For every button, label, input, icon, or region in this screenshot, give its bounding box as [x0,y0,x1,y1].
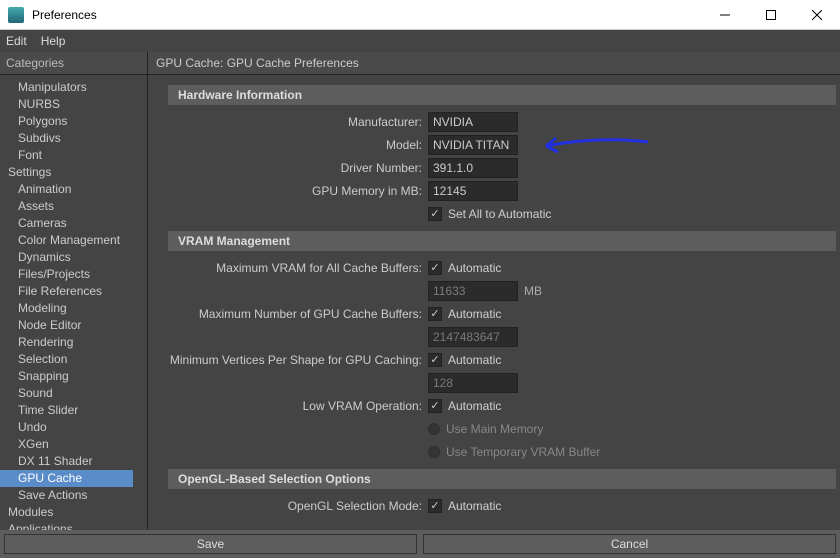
category-subdivs[interactable]: Subdivs [0,130,133,147]
max-buffers-value[interactable] [428,327,518,347]
maya-icon [8,7,24,23]
gpu-mem-label: GPU Memory in MB: [168,184,428,198]
low-vram-label: Low VRAM Operation: [168,399,428,413]
close-button[interactable] [794,0,840,30]
menubar: Edit Help [0,30,840,52]
low-vram-auto-checkbox[interactable] [428,399,442,413]
driver-field[interactable] [428,158,518,178]
content-panel: GPU Cache: GPU Cache Preferences Hardwar… [148,52,840,530]
max-buffers-auto-label: Automatic [448,307,501,321]
category-undo[interactable]: Undo [0,419,133,436]
min-verts-label: Minimum Vertices Per Shape for GPU Cachi… [168,353,428,367]
category-files-projects[interactable]: Files/Projects [0,266,133,283]
manufacturer-field[interactable] [428,112,518,132]
use-main-memory-radio[interactable] [428,423,440,435]
model-label: Model: [168,138,428,152]
category-nurbs[interactable]: NURBS [0,96,133,113]
category-animation[interactable]: Animation [0,181,133,198]
categories-header: Categories [0,52,147,75]
button-bar: Save Cancel [0,530,840,558]
content-header: GPU Cache: GPU Cache Preferences [148,52,840,75]
min-verts-value[interactable] [428,373,518,393]
max-vram-auto-label: Automatic [448,261,501,275]
set-all-automatic-label: Set All to Automatic [448,207,551,221]
category-manipulators[interactable]: Manipulators [0,79,133,96]
category-rendering[interactable]: Rendering [0,334,133,351]
low-vram-auto-label: Automatic [448,399,501,413]
category-modeling[interactable]: Modeling [0,300,133,317]
minimize-button[interactable] [702,0,748,30]
max-vram-value[interactable] [428,281,518,301]
manufacturer-label: Manufacturer: [168,115,428,129]
max-buffers-label: Maximum Number of GPU Cache Buffers: [168,307,428,321]
content-scroll[interactable]: Hardware Information Manufacturer: Model… [148,75,840,530]
vram-section: VRAM Management Maximum VRAM for All Cac… [168,231,836,463]
category-assets[interactable]: Assets [0,198,133,215]
category-save-actions[interactable]: Save Actions [0,487,133,504]
category-modules[interactable]: Modules [0,504,133,521]
min-verts-auto-checkbox[interactable] [428,353,442,367]
model-field[interactable] [428,135,518,155]
category-xgen[interactable]: XGen [0,436,133,453]
min-verts-auto-label: Automatic [448,353,501,367]
category-dynamics[interactable]: Dynamics [0,249,133,266]
category-cameras[interactable]: Cameras [0,215,133,232]
main-area: Categories InterfaceUI ElementsViewCubeH… [0,52,840,530]
ogl-sel-mode-auto-checkbox[interactable] [428,499,442,513]
category-snapping[interactable]: Snapping [0,368,133,385]
ogl-sel-mode-label: OpenGL Selection Mode: [168,499,428,513]
gpu-mem-field[interactable] [428,181,518,201]
ogl-sel-mode-auto-label: Automatic [448,499,501,513]
vram-title: VRAM Management [168,231,836,251]
category-selection[interactable]: Selection [0,351,133,368]
titlebar: Preferences [0,0,840,30]
category-dx-11-shader[interactable]: DX 11 Shader [0,453,133,470]
category-time-slider[interactable]: Time Slider [0,402,133,419]
use-temp-vram-radio[interactable] [428,446,440,458]
category-polygons[interactable]: Polygons [0,113,133,130]
categories-panel: Categories InterfaceUI ElementsViewCubeH… [0,52,148,530]
category-file-references[interactable]: File References [0,283,133,300]
menu-help[interactable]: Help [41,34,66,48]
category-node-editor[interactable]: Node Editor [0,317,133,334]
category-applications[interactable]: Applications [0,521,133,530]
window-title: Preferences [32,8,702,22]
opengl-section: OpenGL-Based Selection Options OpenGL Se… [168,469,836,517]
cancel-button[interactable]: Cancel [423,534,836,554]
max-vram-auto-checkbox[interactable] [428,261,442,275]
hardware-section: Hardware Information Manufacturer: Model… [168,85,836,225]
menu-edit[interactable]: Edit [6,34,27,48]
category-color-management[interactable]: Color Management [0,232,133,249]
use-main-memory-label: Use Main Memory [446,422,543,436]
driver-label: Driver Number: [168,161,428,175]
category-settings[interactable]: Settings [0,164,133,181]
set-all-automatic-checkbox[interactable] [428,207,442,221]
mb-unit: MB [524,284,542,298]
maximize-button[interactable] [748,0,794,30]
use-temp-vram-label: Use Temporary VRAM Buffer [446,445,600,459]
max-buffers-auto-checkbox[interactable] [428,307,442,321]
opengl-title: OpenGL-Based Selection Options [168,469,836,489]
category-font[interactable]: Font [0,147,133,164]
category-sound[interactable]: Sound [0,385,133,402]
category-gpu-cache[interactable]: GPU Cache [0,470,133,487]
hardware-title: Hardware Information [168,85,836,105]
categories-list[interactable]: InterfaceUI ElementsViewCubeHelpDisplayK… [0,75,147,530]
save-button[interactable]: Save [4,534,417,554]
max-vram-label: Maximum VRAM for All Cache Buffers: [168,261,428,275]
